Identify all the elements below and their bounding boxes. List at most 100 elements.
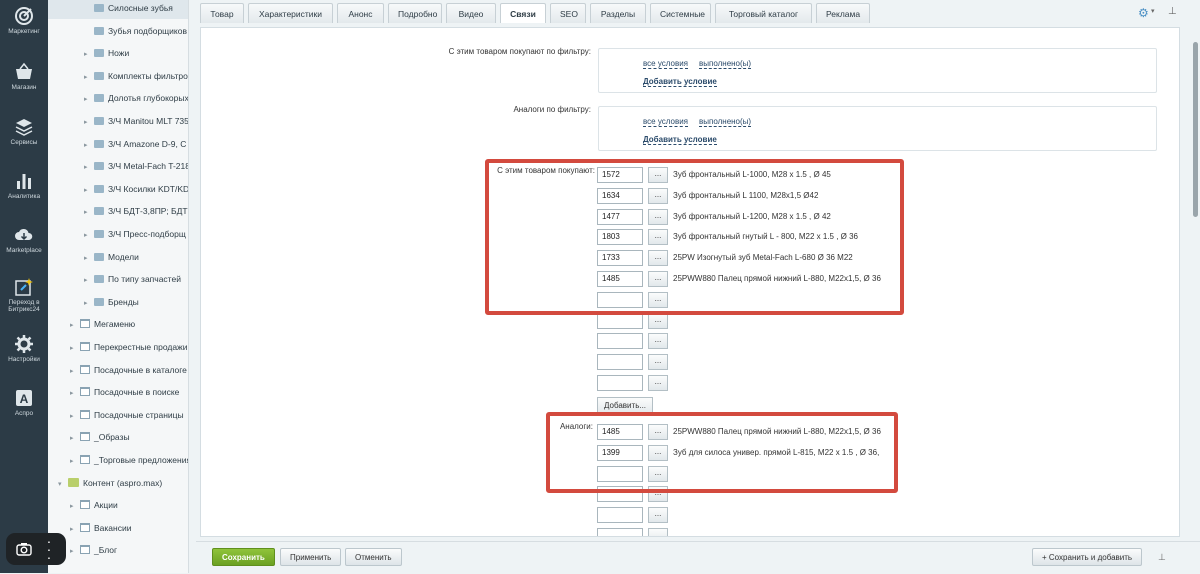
tree-item[interactable]: ▸ Бренды	[48, 291, 188, 313]
tree-item[interactable]: ▸ З/Ч БДТ-3,8ПР; БДТ	[48, 200, 188, 222]
tree-item-label: Мегаменю	[94, 319, 136, 330]
tree-item[interactable]: ▸ З/Ч Amazone D-9, C	[48, 133, 188, 155]
tree-item-label: _Блог	[94, 545, 118, 556]
add-condition-link[interactable]: Добавить условие	[643, 77, 717, 87]
chevron-right-icon[interactable]: ▸	[84, 270, 94, 292]
chevron-right-icon[interactable]: ▸	[84, 135, 94, 157]
chevron-right-icon[interactable]: ▸	[70, 496, 80, 518]
sidebar-item-analytics[interactable]: Аналитика	[0, 171, 48, 200]
scrollbar-thumb[interactable]	[1193, 42, 1198, 217]
chevron-right-icon[interactable]: ▸	[70, 428, 80, 450]
chevron-right-icon[interactable]: ▸	[70, 361, 80, 383]
select-product-button[interactable]: ...	[648, 375, 668, 391]
tree-item[interactable]: ▸ Посадочные в каталоге	[48, 359, 188, 381]
tree-item[interactable]: ▸ _Блог	[48, 539, 188, 561]
chevron-right-icon[interactable]: ▸	[70, 406, 80, 428]
tree-item[interactable]: ▸ З/Ч Manitou MLT 735	[48, 110, 188, 132]
sidebar-item-aspro[interactable]: A Аспро	[0, 388, 48, 417]
tree-item[interactable]: ▸ Акции	[48, 494, 188, 516]
chevron-right-icon[interactable]: ▸	[70, 519, 80, 541]
chevron-right-icon[interactable]: ▸	[84, 112, 94, 134]
tree-item[interactable]: ▸ Ножи	[48, 42, 188, 64]
sidebar-item-shop[interactable]: Магазин	[0, 62, 48, 91]
chevron-right-icon[interactable]: ▸	[70, 451, 80, 473]
chevron-right-icon[interactable]: ▸	[84, 202, 94, 224]
select-product-button[interactable]: ...	[648, 528, 668, 536]
tab-2[interactable]: Анонс	[337, 3, 384, 23]
tree-item[interactable]: ▸ Посадочные в поиске	[48, 381, 188, 403]
chevron-right-icon[interactable]: ▸	[70, 383, 80, 405]
tree-item[interactable]: ▸ З/Ч Косилки KDT/KDE	[48, 178, 188, 200]
product-id-input[interactable]	[597, 354, 643, 371]
tab-10[interactable]: Реклама	[816, 3, 870, 23]
sidebar-item-marketplace[interactable]: Marketplace	[0, 225, 48, 254]
product-id-input[interactable]	[597, 333, 643, 350]
tab-4[interactable]: Видео	[446, 3, 496, 23]
tree-item[interactable]: Зубья подборщиков	[48, 20, 188, 42]
condition-all-link[interactable]: все условия	[643, 117, 688, 127]
chevron-right-icon[interactable]: ▸	[84, 157, 94, 179]
chevron-down-icon[interactable]: ▾	[1151, 7, 1155, 15]
settings-gear-icon[interactable]: ⚙	[1138, 7, 1150, 19]
tree-item[interactable]: ▸ _Торговые предложения	[48, 449, 188, 471]
tab-7[interactable]: Разделы	[590, 3, 646, 23]
tab-3[interactable]: Подробно	[388, 3, 442, 23]
pin-icon[interactable]: ⊥	[1158, 552, 1166, 563]
camera-icon[interactable]	[16, 542, 32, 556]
tree-item-label: Перекрестные продажи	[94, 342, 188, 352]
tree-item[interactable]: ▸ Перекрестные продажи	[48, 336, 188, 358]
tab-0[interactable]: Товар	[200, 3, 244, 23]
apply-button[interactable]: Применить	[280, 548, 342, 566]
screenshot-widget[interactable]: · · ·	[6, 533, 66, 565]
tab-8[interactable]: Системные	[650, 3, 711, 23]
product-id-input[interactable]	[597, 375, 643, 391]
sidebar-item-marketing[interactable]: Маркетинг	[0, 6, 48, 35]
sidebar-item-services[interactable]: Сервисы	[0, 117, 48, 146]
tree-item[interactable]: ▸ Посадочные страницы	[48, 404, 188, 426]
tab-5[interactable]: Связи	[500, 3, 546, 23]
chevron-right-icon[interactable]: ▸	[70, 315, 80, 337]
tree-item[interactable]: ▸ З/Ч Пресс-подборщ	[48, 223, 188, 245]
sidebar-item-settings[interactable]: Настройки	[0, 334, 48, 363]
bitrix24-icon	[15, 278, 33, 296]
chevron-right-icon[interactable]: ▸	[70, 541, 80, 563]
sidebar-item-label: Переход в Битрикс24	[8, 299, 40, 313]
tab-1[interactable]: Характеристики	[248, 3, 333, 23]
tab-6[interactable]: SEO	[550, 3, 586, 23]
chevron-right-icon[interactable]: ▸	[84, 225, 94, 247]
chevron-right-icon[interactable]: ▸	[84, 67, 94, 89]
tree-item[interactable]: ▾ Контент (aspro.max)	[48, 472, 188, 494]
product-id-input[interactable]	[597, 507, 643, 524]
chevron-right-icon[interactable]: ▸	[70, 338, 80, 360]
tree-item[interactable]: ▸ Вакансии	[48, 517, 188, 539]
select-product-button[interactable]: ...	[648, 354, 668, 371]
tree-item[interactable]: ▸ Модели	[48, 246, 188, 268]
more-vertical-icon[interactable]: · · ·	[41, 534, 57, 564]
select-product-button[interactable]: ...	[648, 507, 668, 524]
select-product-button[interactable]: ...	[648, 333, 668, 350]
save-and-add-button[interactable]: + Сохранить и добавить	[1032, 548, 1143, 566]
chevron-right-icon[interactable]: ▸	[84, 89, 94, 111]
chevron-right-icon[interactable]: ▸	[84, 293, 94, 315]
tree-item[interactable]: ▸ З/Ч Metal-Fach T-218	[48, 155, 188, 177]
tab-9[interactable]: Торговый каталог	[715, 3, 812, 23]
product-id-input[interactable]	[597, 528, 643, 536]
condition-done-link[interactable]: выполнено(ы)	[699, 59, 752, 69]
add-condition-link[interactable]: Добавить условие	[643, 135, 717, 145]
chevron-right-icon[interactable]: ▸	[84, 248, 94, 270]
sidebar-item-bitrix24[interactable]: Переход в Битрикс24	[0, 277, 48, 313]
tree-item[interactable]: ▸ Долотья глубокорых	[48, 87, 188, 109]
cancel-button[interactable]: Отменить	[345, 548, 402, 566]
condition-all-link[interactable]: все условия	[643, 59, 688, 69]
tree-item[interactable]: ▸ Комплекты фильтров	[48, 65, 188, 87]
tree-item[interactable]: Силосные зубья	[48, 0, 188, 19]
chevron-right-icon[interactable]: ▸	[84, 44, 94, 66]
pin-icon[interactable]: ⊥	[1168, 6, 1177, 17]
chevron-down-icon[interactable]: ▾	[58, 474, 68, 496]
chevron-right-icon[interactable]: ▸	[84, 180, 94, 202]
condition-done-link[interactable]: выполнено(ы)	[699, 117, 752, 127]
save-button[interactable]: Сохранить	[212, 548, 275, 566]
tree-item[interactable]: ▸ Мегаменю	[48, 313, 188, 335]
tree-item[interactable]: ▸ _Образы	[48, 426, 188, 448]
tree-item[interactable]: ▸ По типу запчастей	[48, 268, 188, 290]
